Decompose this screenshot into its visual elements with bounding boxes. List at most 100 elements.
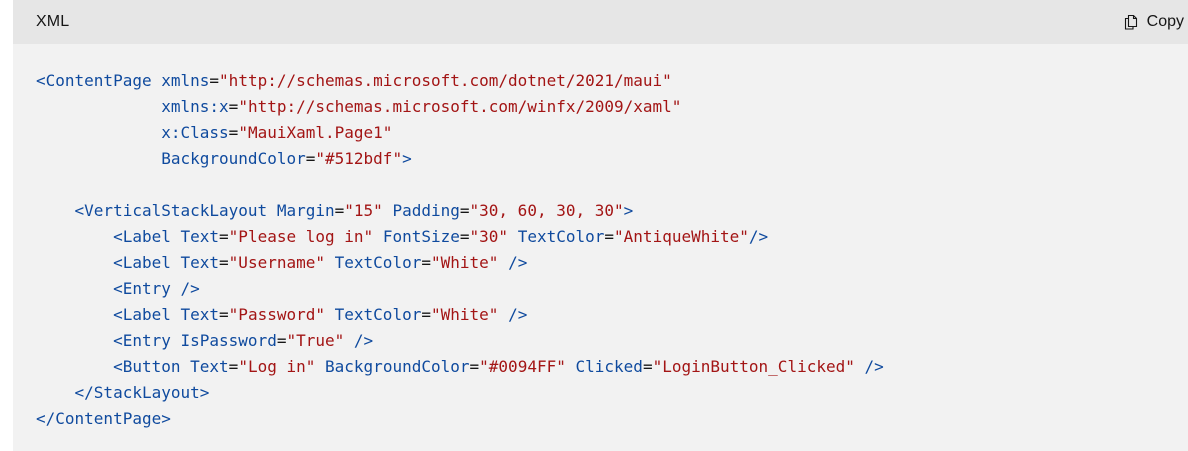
- code-token-attribute: xmlns:x: [161, 97, 229, 116]
- code-token-operator: =: [421, 305, 431, 324]
- code-content[interactable]: <ContentPage xmlns="http://schemas.micro…: [13, 44, 1188, 432]
- code-token-tag: </StackLayout>: [74, 383, 210, 402]
- code-token-tag: <VerticalStackLayout: [74, 201, 268, 220]
- code-token-value: "30": [469, 227, 509, 246]
- code-token-value: "15": [344, 201, 383, 220]
- code-token-tag: />: [748, 227, 769, 246]
- copy-label: Copy: [1146, 13, 1184, 30]
- code-token-value: "#0094FF": [479, 357, 566, 376]
- code-token-tag: >: [623, 201, 634, 220]
- code-token-operator: =: [334, 201, 345, 220]
- code-token-tag: />: [508, 253, 528, 272]
- code-token-value: "True": [286, 331, 345, 350]
- code-token-attribute: Text: [180, 253, 220, 272]
- code-token-value: "MauiXaml.Page1": [238, 123, 393, 142]
- copy-button[interactable]: Copy: [1123, 13, 1184, 31]
- code-token-attribute: BackgroundColor: [161, 149, 306, 168]
- code-token-attribute: TextColor: [334, 253, 422, 272]
- code-token-attribute: Text: [180, 305, 220, 324]
- code-token-value: "Username": [228, 253, 325, 272]
- code-token-value: "http://schemas.microsoft.com/dotnet/202…: [219, 71, 672, 90]
- code-token-operator: =: [209, 71, 220, 90]
- code-token-attribute: IsPassword: [180, 331, 277, 350]
- code-token-attribute: x:Class: [161, 123, 229, 142]
- code-token-value: "LoginButton_Clicked": [652, 357, 855, 376]
- code-line: <Entry />: [36, 276, 1188, 302]
- code-token-operator: =: [459, 201, 470, 220]
- code-token-attribute: xmlns: [161, 71, 210, 90]
- code-token-operator: =: [228, 97, 239, 116]
- code-token-tag: <Entry: [113, 331, 171, 350]
- code-token-tag: <Button: [113, 357, 181, 376]
- code-token-operator: =: [228, 123, 239, 142]
- code-token-tag: <Label: [113, 227, 171, 246]
- code-token-operator: =: [604, 227, 615, 246]
- code-token-tag: />: [180, 279, 200, 298]
- code-token-attribute: TextColor: [517, 227, 605, 246]
- code-line: <Label Text="Password" TextColor="White"…: [36, 302, 1188, 328]
- code-token-operator: =: [228, 357, 239, 376]
- code-token-operator: =: [642, 357, 653, 376]
- code-token-tag: />: [353, 331, 374, 350]
- code-token-value: "#512bdf": [315, 149, 403, 168]
- code-token-value: "30, 60, 30, 30": [469, 201, 624, 220]
- code-token-value: "http://schemas.microsoft.com/winfx/2009…: [238, 97, 682, 116]
- code-line: <Label Text="Please log in" FontSize="30…: [36, 224, 1188, 250]
- code-token-attribute: Padding: [392, 201, 460, 220]
- code-line: <Button Text="Log in" BackgroundColor="#…: [36, 354, 1188, 380]
- code-token-tag: <Label: [113, 305, 171, 324]
- code-token-operator: =: [219, 305, 229, 324]
- code-line: x:Class="MauiXaml.Page1": [36, 120, 1188, 146]
- code-token-value: "Password": [228, 305, 325, 324]
- code-token-value: "Log in": [238, 357, 316, 376]
- code-line: </StackLayout>: [36, 380, 1188, 406]
- code-block: XML Copy <ContentPage xmlns="http://sche…: [13, 0, 1188, 451]
- code-token-attribute: Margin: [276, 201, 335, 220]
- code-token-operator: =: [421, 253, 431, 272]
- code-block-header: XML Copy: [13, 0, 1188, 44]
- code-line: BackgroundColor="#512bdf">: [36, 146, 1188, 172]
- language-label: XML: [36, 13, 70, 30]
- code-token-tag: <Entry: [113, 279, 171, 298]
- code-token-attribute: Text: [190, 357, 229, 376]
- code-line: </ContentPage>: [36, 406, 1188, 432]
- code-token-value: "White": [430, 305, 499, 324]
- code-line: <ContentPage xmlns="http://schemas.micro…: [36, 68, 1188, 94]
- code-token-attribute: Text: [180, 227, 220, 246]
- code-token-tag: <Label: [113, 253, 171, 272]
- code-token-attribute: TextColor: [334, 305, 422, 324]
- code-token-tag: <ContentPage: [36, 71, 152, 90]
- code-line: <Label Text="Username" TextColor="White"…: [36, 250, 1188, 276]
- code-token-operator: =: [469, 357, 480, 376]
- code-token-attribute: Clicked: [575, 357, 643, 376]
- code-token-value: "AntiqueWhite": [614, 227, 749, 246]
